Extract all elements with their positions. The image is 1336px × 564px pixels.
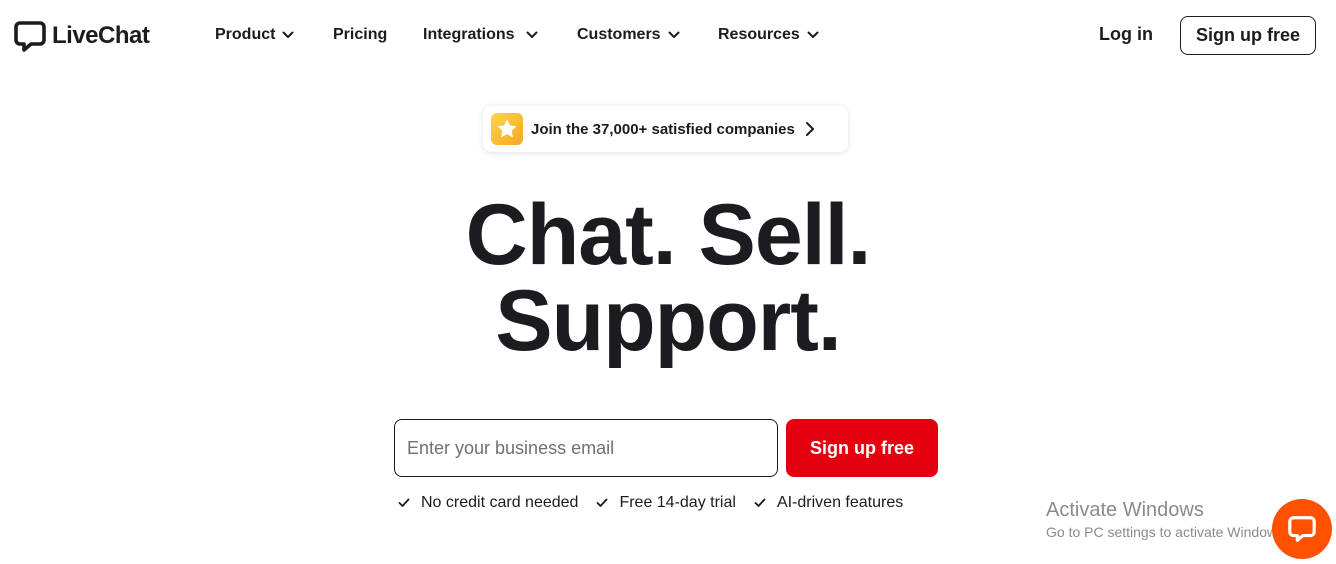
login-link[interactable]: Log in xyxy=(1099,24,1153,45)
hero-signup-button[interactable]: Sign up free xyxy=(786,419,938,477)
nav-resources[interactable]: Resources xyxy=(718,24,819,46)
chevron-down-icon xyxy=(526,31,538,38)
benefits-list: No credit card needed Free 14-day trial … xyxy=(398,494,921,512)
chat-bubble-logo-icon xyxy=(14,21,46,52)
chevron-down-icon xyxy=(807,31,819,38)
nav-resources-label: Resources xyxy=(718,26,800,43)
customers-badge[interactable]: Join the 37,000+ satisfied companies xyxy=(483,106,848,152)
check-icon xyxy=(597,498,608,507)
livechat-logo[interactable]: LiveChat xyxy=(14,20,150,52)
site-header: LiveChat Product Pricing Integrations Cu… xyxy=(0,0,1336,70)
hero-headline: Chat. Sell. Support. xyxy=(0,192,1336,364)
benefit-item: AI-driven features xyxy=(754,494,903,512)
nav-integrations-label: Integrations xyxy=(423,26,515,43)
check-icon xyxy=(398,498,410,507)
chevron-down-icon xyxy=(282,31,294,38)
nav-integrations[interactable]: Integrations xyxy=(423,24,538,46)
nav-customers[interactable]: Customers xyxy=(577,24,680,46)
star-icon xyxy=(497,119,517,138)
chevron-down-icon xyxy=(668,31,680,38)
nav-product[interactable]: Product xyxy=(215,24,294,46)
benefit-label: AI-driven features xyxy=(776,494,904,511)
business-email-input[interactable] xyxy=(394,419,778,477)
watermark-subtitle: Go to PC settings to activate Windows. xyxy=(1046,524,1288,540)
chat-bubble-icon xyxy=(1288,516,1316,542)
benefit-item: No credit card needed xyxy=(398,494,578,512)
watermark-title: Activate Windows xyxy=(1046,499,1204,521)
star-badge xyxy=(491,113,523,145)
nav-customers-label: Customers xyxy=(577,26,661,43)
benefit-label: Free 14-day trial xyxy=(619,494,736,511)
benefit-label: No credit card needed xyxy=(421,494,579,511)
windows-activation-watermark: Activate Windows Go to PC settings to ac… xyxy=(1046,498,1288,542)
header-signup-button[interactable]: Sign up free xyxy=(1180,16,1316,55)
chevron-right-icon xyxy=(805,122,814,136)
chat-launcher-button[interactable] xyxy=(1272,499,1332,559)
hero-line-1: Chat. Sell. xyxy=(465,187,872,283)
badge-text: Join the 37,000+ satisfied companies xyxy=(531,120,795,138)
check-icon xyxy=(754,498,766,507)
benefit-item: Free 14-day trial xyxy=(596,494,736,512)
nav-product-label: Product xyxy=(215,26,276,43)
hero-line-2: Support. xyxy=(495,273,842,369)
nav-pricing-label: Pricing xyxy=(333,26,388,43)
nav-pricing[interactable]: Pricing xyxy=(333,24,387,46)
logo-text: LiveChat xyxy=(52,22,150,49)
